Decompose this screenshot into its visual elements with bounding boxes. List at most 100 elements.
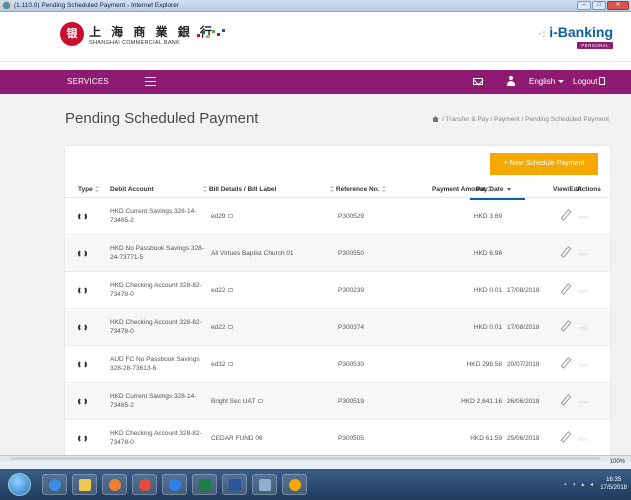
column-header-reference-no[interactable]: Reference No.	[328, 186, 386, 193]
taskbar-tool-icon[interactable]	[252, 474, 277, 495]
more-actions-icon[interactable]: ○○○	[578, 252, 588, 258]
table-row[interactable]: AUD FC No Passbook Savings 328-28-73613-…	[65, 347, 610, 383]
pay-date-cell: 17/08/2018	[507, 287, 540, 294]
table-row[interactable]: HKD Checking Account 328-82-73478-0 CEDAR…	[65, 421, 610, 455]
user-icon[interactable]	[507, 76, 515, 87]
start-button-icon[interactable]	[8, 473, 31, 496]
bank-logo-text: 上 海 商 業 銀 行 SHANGHAI COMMERCIAL BANK	[89, 23, 215, 46]
browser-statusbar: 100%	[0, 455, 631, 469]
edit-pencil-icon[interactable]	[560, 320, 572, 332]
edit-pencil-icon[interactable]	[560, 283, 572, 295]
maximize-button[interactable]: □	[592, 1, 606, 10]
debit-account-cell: HKD Checking Account 328-82-73478-0	[110, 282, 202, 298]
windows-taskbar: ▪ ◑ ▴ ◂ 16:35 17/5/2018	[0, 469, 631, 500]
hamburger-menu-icon[interactable]	[145, 77, 156, 86]
taskbar-clock[interactable]: 16:35 17/5/2018	[600, 476, 627, 492]
reference-no-cell: P300519	[338, 398, 365, 405]
close-window-button[interactable]: ✕	[607, 1, 629, 10]
services-menu[interactable]: SERVICES	[67, 77, 109, 86]
taskbar-browser-icon[interactable]	[162, 474, 187, 495]
table-row[interactable]: HKD Checking Account 328-82-73478-0 ed22 P…	[65, 273, 610, 309]
column-header-bill-details[interactable]: Bill Details / Bill Label	[201, 186, 276, 193]
column-header-type[interactable]: Type	[78, 186, 99, 193]
column-header-debit-account[interactable]: Debit Account	[110, 186, 154, 193]
column-header-pay-date[interactable]: Pay Date	[476, 186, 512, 193]
decorative-dots-icon	[197, 29, 227, 43]
mail-icon[interactable]	[473, 78, 483, 85]
pay-date-cell: 17/08/2018	[507, 324, 540, 331]
edit-pencil-icon[interactable]	[560, 246, 572, 258]
sort-icon	[330, 186, 334, 192]
reference-no-cell: P300374	[338, 324, 365, 331]
horizontal-scrollbar[interactable]	[0, 456, 631, 461]
table-row[interactable]: HKD Checking Account 328-82-73478-0 ed22 P…	[65, 310, 610, 346]
sort-icon	[94, 186, 99, 192]
ibanking-dots-icon: ·:	[538, 29, 546, 40]
taskbar-media-icon[interactable]	[102, 474, 127, 495]
table-row[interactable]: HKD Current Savings 328-14-73465-2 ed29 P3…	[65, 199, 610, 235]
table-row[interactable]: HKD Current Savings 328-14-73465-2 Bright…	[65, 384, 610, 420]
minimize-button[interactable]: –	[577, 1, 591, 10]
bill-label-icon[interactable]	[228, 288, 234, 292]
bill-details-cell: All Virtues Baptist Church 01	[211, 250, 294, 257]
bank-name-english: SHANGHAI COMMERCIAL BANK	[89, 39, 181, 46]
taskbar-ie-icon[interactable]	[42, 474, 67, 495]
window-controls: – □ ✕	[577, 1, 629, 10]
recurring-payment-icon	[78, 286, 87, 295]
recurring-payment-icon	[78, 434, 87, 443]
new-schedule-payment-button[interactable]: + New Schedule Payment	[490, 153, 598, 175]
more-actions-icon[interactable]: ○○○	[578, 215, 588, 221]
taskbar-explorer-icon[interactable]	[72, 474, 97, 495]
home-icon[interactable]	[432, 116, 440, 122]
payment-amount-cell: HKD 2,641.16	[461, 398, 502, 405]
page-title: Pending Scheduled Payment	[65, 110, 259, 127]
recurring-payment-icon	[78, 212, 87, 221]
window-titlebar: (1.110.0) Pending Scheduled Payment - In…	[0, 0, 631, 12]
personal-badge: PERSONAL	[577, 42, 613, 49]
table-row[interactable]: HKD No Passbook Savings 328-24-73771-5 Al…	[65, 236, 610, 272]
debit-account-cell: HKD Checking Account 328-82-73478-0	[110, 430, 202, 446]
bill-label-icon[interactable]	[258, 399, 264, 403]
more-actions-icon[interactable]: ○○○	[578, 363, 588, 369]
payment-amount-cell: HKD 298.58	[466, 361, 502, 368]
debit-account-cell: HKD Current Savings 328-14-73465-2	[110, 393, 197, 409]
edit-pencil-icon[interactable]	[560, 394, 572, 406]
taskbar-word-icon[interactable]	[222, 474, 247, 495]
payment-amount-cell: HKD 0.01	[473, 324, 502, 331]
edit-pencil-icon[interactable]	[560, 357, 572, 369]
tray-icons[interactable]: ▪ ◑ ▴ ◂	[564, 481, 595, 488]
bank-logo-icon: 银	[60, 22, 84, 46]
system-tray: ▪ ◑ ▴ ◂ 16:35 17/5/2018	[491, 469, 631, 500]
table-header: Type Debit Account Bill Details / Bill L…	[65, 186, 610, 198]
edit-pencil-icon[interactable]	[560, 209, 572, 221]
more-actions-icon[interactable]: ○○○	[578, 400, 588, 406]
more-actions-icon[interactable]: ○○○	[578, 326, 588, 332]
breadcrumb-path[interactable]: / Transfer & Pay / Payment / Pending Sch…	[442, 116, 609, 123]
reference-no-cell: P300550	[338, 250, 365, 257]
bill-details-cell: ed22	[211, 324, 234, 331]
reference-no-cell: P300530	[338, 361, 365, 368]
edit-pencil-icon[interactable]	[560, 431, 572, 443]
bill-label-icon[interactable]	[228, 214, 234, 218]
zoom-level[interactable]: 100%	[610, 459, 625, 465]
ibanking-brand: ·: i-Banking PERSONAL	[539, 24, 613, 49]
taskbar-excel-icon[interactable]	[192, 474, 217, 495]
breadcrumb: / Transfer & Pay / Payment / Pending Sch…	[432, 116, 609, 123]
more-actions-icon[interactable]: ○○○	[578, 437, 588, 443]
taskbar-app-icon[interactable]	[282, 474, 307, 495]
window-title: (1.110.0) Pending Scheduled Payment - In…	[14, 2, 180, 9]
recurring-payment-icon	[78, 397, 87, 406]
more-actions-icon[interactable]: ○○○	[578, 289, 588, 295]
scrollbar-thumb[interactable]	[10, 457, 600, 460]
recurring-payment-icon	[78, 360, 87, 369]
bank-logo[interactable]: 银 上 海 商 業 銀 行 SHANGHAI COMMERCIAL BANK	[60, 22, 215, 46]
debit-account-cell: HKD Checking Account 328-82-73478-0	[110, 319, 202, 335]
column-header-actions: Actions	[577, 186, 601, 193]
taskbar-chrome-icon[interactable]	[132, 474, 157, 495]
bill-label-icon[interactable]	[228, 362, 234, 366]
recurring-payment-icon	[78, 323, 87, 332]
bill-label-icon[interactable]	[228, 325, 234, 329]
language-selector[interactable]: English	[529, 77, 565, 86]
payment-amount-cell: HKD 3.69	[473, 213, 502, 220]
logout-button[interactable]: Logout	[573, 77, 606, 86]
